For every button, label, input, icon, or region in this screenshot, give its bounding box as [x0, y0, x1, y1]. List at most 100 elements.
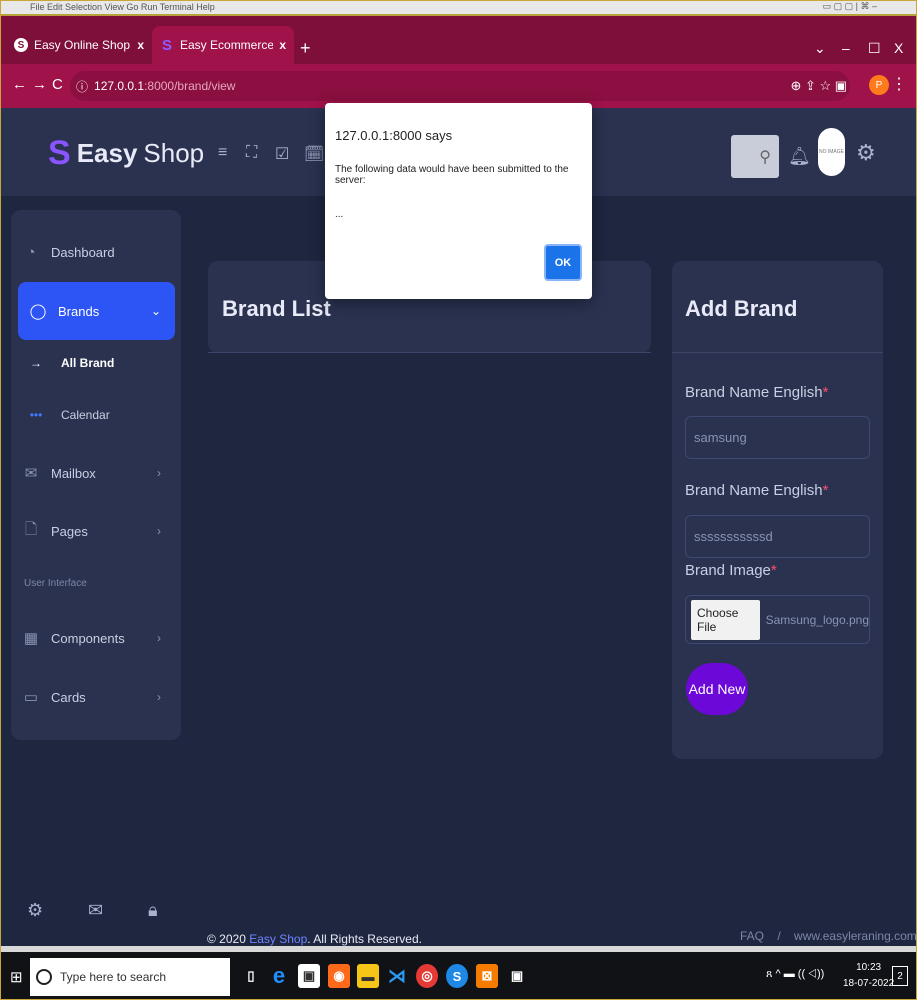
bell-icon[interactable]: 🔔︎ — [788, 146, 811, 167]
store-icon[interactable]: ▣ — [298, 964, 320, 988]
os-menu-text: File Edit Selection View Go Run Terminal… — [30, 2, 215, 12]
browser-tab-bar: S Easy Online Shop x S Easy Ecommerce Ad… — [0, 16, 917, 64]
maximize-button[interactable]: ☐ — [868, 40, 881, 57]
system-tray[interactable]: ጸ ^ ▬ (( ◁)) — [766, 968, 824, 981]
settings-icon[interactable]: ⚙ — [27, 900, 43, 921]
user-avatar[interactable]: NO IMAGE — [818, 128, 845, 176]
dialog-title: 127.0.0.1:8000 says — [335, 128, 453, 143]
task-view-icon[interactable]: ▯ — [240, 964, 262, 988]
sidebar-subitem-all-brand[interactable]: → All Brand — [11, 356, 114, 370]
terminal-icon[interactable]: ▣ — [506, 964, 528, 988]
cortana-icon — [36, 969, 52, 985]
new-tab-button[interactable]: + — [300, 38, 311, 59]
brand-name-english-input[interactable]: samsung — [685, 416, 870, 459]
brand-name-label: Brand Name English* — [685, 384, 828, 401]
sidebar-item-dashboard[interactable]: ◔ Dashboard — [11, 232, 181, 272]
taskbar-clock[interactable]: 10:23 18-07-2022 — [843, 960, 894, 992]
dialog-ok-button[interactable]: OK — [544, 244, 582, 281]
sidebar-item-cards[interactable]: ▭ Cards › — [11, 677, 181, 717]
avatar-text: NO IMAGE — [818, 149, 844, 155]
footer-copyright: © 2020 Easy Shop. All Rights Reserved. — [207, 932, 422, 946]
back-button[interactable]: ← — [12, 76, 27, 93]
tab-easy-online-shop[interactable]: S Easy Online Shop x — [6, 26, 152, 64]
gear-icon[interactable]: ⚙ — [856, 140, 876, 166]
sidebar-item-label: Brands — [58, 303, 100, 319]
chat-icon: ◯ — [29, 303, 47, 320]
microphone-icon[interactable]: 🎙︎ — [213, 964, 235, 988]
fullscreen-icon[interactable]: ⛶ — [246, 144, 257, 162]
brand-image-file-input[interactable]: Choose File Samsung_logo.png — [685, 595, 870, 644]
sidebar-item-mailbox[interactable]: ✉ Mailbox › — [11, 453, 181, 493]
required-mark: * — [822, 482, 829, 499]
tab-easy-ecommerce-admin[interactable]: S Easy Ecommerce Admin - Dashb x — [152, 26, 294, 64]
address-bar-icons[interactable]: ⊕ ⇪ ☆ ▣ — [790, 78, 847, 94]
chevron-right-icon: › — [157, 466, 161, 480]
skype-icon[interactable]: S — [446, 964, 468, 988]
tab-close-button[interactable]: x — [279, 38, 286, 52]
browser-menu-icon[interactable]: ⋮ — [891, 74, 907, 94]
reload-button[interactable]: C — [52, 76, 63, 93]
brand-list-title: Brand List — [222, 296, 331, 321]
dots-icon: ••• — [29, 408, 43, 422]
required-mark: * — [822, 384, 829, 401]
vscode-icon[interactable]: ⋊ — [386, 964, 408, 988]
minimize-button[interactable]: – — [842, 40, 850, 56]
sidebar: ◔ Dashboard ◯ Brands ⌄ → All Brand ••• C… — [11, 210, 181, 740]
sidebar-item-pages[interactable]: 🗋 Pages › — [11, 511, 181, 551]
os-menu-bar: File Edit Selection View Go Run Terminal… — [0, 0, 917, 16]
choose-file-button[interactable]: Choose File — [691, 599, 760, 640]
address-bar[interactable]: ⓘ 127.0.0.1:8000/brand/view — [70, 71, 850, 101]
edge-icon[interactable]: e — [268, 963, 290, 988]
search-icon: ⚲ — [759, 148, 771, 166]
windows-start-icon[interactable]: ⊞ — [10, 968, 23, 986]
sidebar-subitem-label: All Brand — [61, 356, 115, 370]
file-explorer-icon[interactable]: ▬ — [357, 964, 379, 988]
footer-separator: / — [777, 929, 781, 943]
taskbar-search-box[interactable]: Type here to search — [30, 958, 230, 996]
lock-icon[interactable]: 🔒︎ — [148, 900, 158, 921]
app-logo[interactable]: S Easy Shop — [48, 136, 204, 170]
url-path: :8000/brand/view — [144, 79, 236, 93]
clock-time: 10:23 — [856, 962, 882, 973]
sidebar-item-brands[interactable]: ◯ Brands ⌄ — [18, 282, 175, 340]
dialog-body: ... — [335, 209, 344, 220]
forward-button[interactable]: → — [32, 76, 47, 93]
divider — [208, 352, 651, 353]
search-button[interactable]: ⚲ — [731, 135, 779, 178]
taskbar-search-placeholder: Type here to search — [60, 970, 167, 984]
chevron-right-icon: › — [157, 524, 161, 538]
brand-name-label: Brand Name English* — [685, 482, 828, 499]
calendar-icon[interactable]: 🗓 — [304, 144, 324, 164]
tab-search-icon[interactable]: ⌄ — [814, 40, 826, 57]
firefox-icon[interactable]: ◉ — [328, 964, 350, 988]
sidebar-item-components[interactable]: ▦ Components › — [11, 618, 181, 658]
mail-icon[interactable]: ✉ — [88, 900, 103, 921]
logo-word-shop: Shop — [143, 137, 205, 168]
sidebar-item-label: Pages — [51, 523, 88, 539]
notification-center-icon[interactable]: 2 — [892, 966, 908, 986]
label-text: Brand Image — [685, 562, 771, 579]
add-new-button[interactable]: Add New — [686, 663, 748, 715]
xampp-icon[interactable]: ⊠ — [476, 964, 498, 988]
os-controls[interactable]: ▭ ▢ ▢ | ⌘ – — [823, 1, 877, 12]
chrome-icon[interactable]: ◎ — [416, 964, 438, 988]
card-icon: ▭ — [23, 689, 39, 706]
profile-avatar[interactable]: P — [869, 75, 889, 95]
checkbox-icon[interactable]: ☑ — [275, 144, 289, 164]
chevron-right-icon: › — [157, 631, 161, 645]
sidebar-subitem-calendar[interactable]: ••• Calendar — [11, 408, 110, 422]
arrow-right-icon: → — [30, 356, 42, 370]
footer-brand-link[interactable]: Easy Shop — [249, 932, 307, 946]
chevron-right-icon: › — [157, 690, 161, 704]
brand-name-secondary-input[interactable]: sssssssssssd — [685, 515, 870, 558]
sidebar-subitem-label: Calendar — [61, 408, 110, 422]
tab-title: Easy Ecommerce Admin - Dashb — [180, 38, 274, 52]
globe-icon: S — [14, 38, 28, 52]
menu-toggle-icon[interactable]: ≡ — [218, 144, 227, 162]
dashboard-icon: ◔ — [26, 243, 36, 261]
faq-link[interactable]: FAQ — [740, 929, 764, 943]
page-icon: 🗋 — [24, 520, 38, 538]
site-link[interactable]: www.easyleraning.com — [794, 929, 917, 943]
tab-close-button[interactable]: x — [137, 38, 144, 52]
close-window-button[interactable]: X — [894, 40, 903, 56]
